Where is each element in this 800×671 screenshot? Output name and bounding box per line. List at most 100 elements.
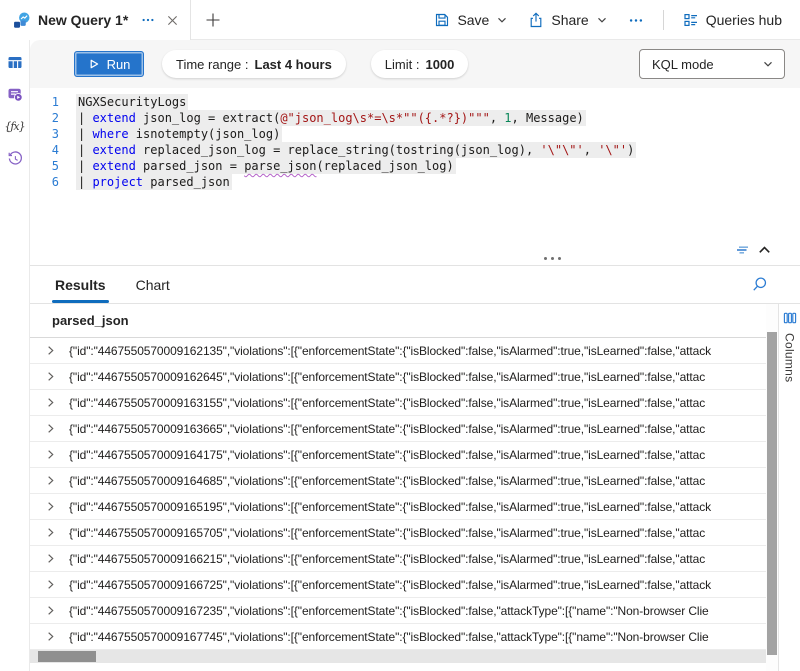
row-expand-icon[interactable]: [45, 423, 56, 434]
row-expand-icon[interactable]: [45, 475, 56, 486]
row-expand-icon[interactable]: [45, 553, 56, 564]
run-button[interactable]: Run: [74, 51, 144, 77]
run-label: Run: [107, 57, 131, 72]
sidebar-item-tables[interactable]: [6, 53, 24, 71]
query-mode-select[interactable]: KQL mode: [639, 49, 785, 79]
row-expand-icon[interactable]: [45, 501, 56, 512]
table-row[interactable]: {"id":"4467550570009164175","violations"…: [30, 442, 766, 468]
more-actions-button[interactable]: [620, 7, 652, 33]
limit-picker[interactable]: Limit : 1000: [371, 50, 469, 78]
results-panel: Results Chart parsed_json {"id":"44675: [30, 266, 800, 671]
row-json-text: {"id":"4467550570009167745","violations"…: [69, 630, 709, 644]
code-line[interactable]: 5| extend parsed_json = parse_json(repla…: [30, 158, 800, 174]
queries-hub-label: Queries hub: [706, 12, 782, 28]
row-json-text: {"id":"4467550570009165705","violations"…: [69, 526, 705, 540]
chevron-down-icon: [762, 58, 774, 70]
query-toolbar: Run Time range : Last 4 hours Limit : 10…: [30, 40, 800, 88]
code-line[interactable]: 2| extend json_log = extract(@"json_log\…: [30, 110, 800, 126]
table-row[interactable]: {"id":"4467550570009162135","violations"…: [30, 338, 766, 364]
more-menu-icon: [628, 12, 644, 28]
tab-chart-label: Chart: [136, 277, 170, 293]
column-header-parsed-json[interactable]: parsed_json: [30, 304, 766, 338]
table-row[interactable]: {"id":"4467550570009162645","violations"…: [30, 364, 766, 390]
left-sidebar: {ƒx}: [0, 40, 30, 671]
row-json-text: {"id":"4467550570009163155","violations"…: [69, 396, 705, 410]
row-json-text: {"id":"4467550570009164685","violations"…: [69, 474, 705, 488]
sidebar-item-history[interactable]: [6, 149, 24, 167]
table-row[interactable]: {"id":"4467550570009164685","violations"…: [30, 468, 766, 494]
results-grid-area: parsed_json {"id":"4467550570009162135",…: [30, 304, 800, 671]
code-line[interactable]: 3| where isnotempty(json_log): [30, 126, 800, 142]
time-range-label: Time range :: [176, 57, 249, 72]
sidebar-item-saved-queries[interactable]: [6, 85, 24, 103]
code-lines: 1NGXSecurityLogs2| extend json_log = ext…: [30, 94, 800, 190]
tab-chart[interactable]: Chart: [136, 266, 170, 303]
row-expand-icon[interactable]: [45, 397, 56, 408]
row-expand-icon[interactable]: [45, 631, 56, 642]
main-panel: Run Time range : Last 4 hours Limit : 10…: [30, 40, 800, 671]
row-json-text: {"id":"4467550570009163665","violations"…: [69, 422, 705, 436]
line-number: 6: [30, 174, 76, 190]
app-root: New Query 1* Save: [0, 0, 800, 671]
columns-icon: [783, 311, 797, 325]
row-expand-icon[interactable]: [45, 371, 56, 382]
row-expand-icon[interactable]: [45, 527, 56, 538]
tab-close-icon[interactable]: [164, 12, 180, 28]
adx-app-icon: [13, 12, 30, 29]
tab-title: New Query 1*: [38, 12, 128, 28]
horizontal-scrollbar[interactable]: [30, 650, 766, 663]
new-tab-icon: [205, 12, 221, 28]
code-text: | project parsed_json: [76, 174, 232, 190]
body: {ƒx} Run Time range : Last: [0, 40, 800, 671]
code-line[interactable]: 4| extend replaced_json_log = replace_st…: [30, 142, 800, 158]
queries-hub-button[interactable]: Queries hub: [675, 7, 790, 33]
panel-resize-handle[interactable]: [544, 257, 561, 260]
table-row[interactable]: {"id":"4467550570009163665","violations"…: [30, 416, 766, 442]
line-number: 4: [30, 142, 76, 158]
share-button[interactable]: Share: [520, 7, 615, 33]
save-icon: [434, 12, 450, 28]
query-editor[interactable]: 1NGXSecurityLogs2| extend json_log = ext…: [30, 88, 800, 266]
share-label: Share: [551, 12, 588, 28]
limit-label: Limit :: [385, 57, 420, 72]
code-text: | where isnotempty(json_log): [76, 126, 282, 142]
line-number: 1: [30, 94, 76, 110]
time-range-picker[interactable]: Time range : Last 4 hours: [162, 50, 346, 78]
new-tab-button[interactable]: [199, 6, 227, 34]
table-row[interactable]: {"id":"4467550570009165195","violations"…: [30, 494, 766, 520]
vertical-scrollbar[interactable]: [766, 304, 778, 671]
actions-divider: [663, 10, 664, 30]
table-row[interactable]: {"id":"4467550570009166725","violations"…: [30, 572, 766, 598]
row-json-text: {"id":"4467550570009162135","violations"…: [69, 344, 711, 358]
share-icon: [528, 12, 544, 28]
table-row[interactable]: {"id":"4467550570009165705","violations"…: [30, 520, 766, 546]
row-expand-icon[interactable]: [45, 449, 56, 460]
table-row[interactable]: {"id":"4467550570009167235","violations"…: [30, 598, 766, 624]
table-row[interactable]: {"id":"4467550570009163155","violations"…: [30, 390, 766, 416]
code-text: | extend replaced_json_log = replace_str…: [76, 142, 636, 158]
results-summary-icon[interactable]: [734, 242, 750, 258]
time-range-value: Last 4 hours: [255, 57, 332, 72]
results-tab-strip: Results Chart: [30, 266, 800, 304]
tab-results[interactable]: Results: [55, 266, 106, 303]
tab-more-icon[interactable]: [140, 12, 156, 28]
vertical-scrollbar-thumb[interactable]: [767, 332, 777, 655]
sidebar-item-functions[interactable]: {ƒx}: [6, 117, 24, 135]
row-expand-icon[interactable]: [45, 579, 56, 590]
row-expand-icon[interactable]: [45, 345, 56, 356]
horizontal-scrollbar-thumb[interactable]: [38, 651, 96, 662]
code-line[interactable]: 1NGXSecurityLogs: [30, 94, 800, 110]
save-button[interactable]: Save: [426, 7, 516, 33]
row-expand-icon[interactable]: [45, 605, 56, 616]
row-json-text: {"id":"4467550570009162645","violations"…: [69, 370, 705, 384]
columns-side-panel[interactable]: Columns: [778, 304, 800, 671]
tab-new-query[interactable]: New Query 1*: [0, 0, 191, 40]
table-row[interactable]: {"id":"4467550570009167745","violations"…: [30, 624, 766, 650]
collapse-up-icon[interactable]: [757, 242, 773, 258]
code-text: | extend parsed_json = parse_json(replac…: [76, 158, 456, 174]
code-line[interactable]: 6| project parsed_json: [30, 174, 800, 190]
row-json-text: {"id":"4467550570009166725","violations"…: [69, 578, 711, 592]
saved-queries-icon: [7, 86, 23, 102]
search-icon[interactable]: [751, 276, 768, 293]
table-row[interactable]: {"id":"4467550570009166215","violations"…: [30, 546, 766, 572]
